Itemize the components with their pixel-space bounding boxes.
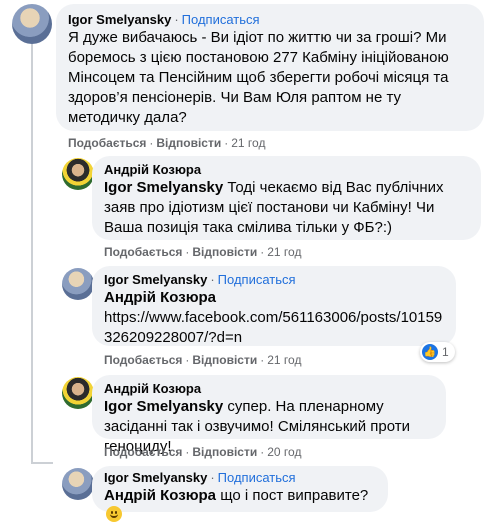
like-button[interactable]: Подобається: [68, 136, 146, 150]
separator: ·: [210, 470, 215, 485]
comment-text: Igor Smelyansky Тоді чекаємо від Вас пуб…: [104, 179, 444, 236]
avatar-andrii[interactable]: [62, 158, 94, 190]
comment-bubble: Igor Smelyansky · Подписаться Я дуже вибач…: [56, 4, 484, 131]
mention-link[interactable]: Андрій Козюра: [104, 487, 216, 504]
mention-link[interactable]: Igor Smelyansky: [104, 398, 223, 415]
timestamp[interactable]: 21 год: [267, 245, 301, 259]
subscribe-link[interactable]: Подписаться: [182, 12, 260, 27]
author-name[interactable]: Igor Smelyansky: [104, 272, 207, 287]
like-button[interactable]: Подобається: [104, 245, 182, 259]
subscribe-link[interactable]: Подписаться: [218, 470, 296, 485]
comment-actions: Подобається · Відповісти · 21 год: [68, 136, 266, 150]
author-name[interactable]: Андрій Козюра: [104, 162, 469, 178]
comment-header: Igor Smelyansky · Подписаться: [104, 272, 444, 288]
timestamp[interactable]: 20 год: [267, 445, 301, 459]
avatar-igor[interactable]: [62, 268, 94, 300]
author-name[interactable]: Igor Smelyansky: [104, 470, 207, 485]
comment-bubble: Igor Smelyansky · Подписаться Андрій Козюр…: [92, 466, 388, 522]
thread-line-curve: [31, 462, 53, 464]
comment-header: Igor Smelyansky · Подписаться: [104, 470, 376, 486]
like-reaction-icon: 👍: [422, 344, 438, 360]
mention-link[interactable]: Андрій Козюра: [104, 288, 444, 308]
reply-button[interactable]: Відповісти: [192, 445, 257, 459]
subscribe-link[interactable]: Подписаться: [218, 272, 296, 287]
comment-header: Igor Smelyansky · Подписаться: [68, 12, 472, 28]
like-button[interactable]: Подобається: [104, 445, 182, 459]
reply-button[interactable]: Відповісти: [192, 245, 257, 259]
avatar-andrii[interactable]: [62, 377, 94, 409]
mention-link[interactable]: Igor Smelyansky: [104, 179, 223, 196]
timestamp[interactable]: 21 год: [231, 136, 265, 150]
comment-bubble: Igor Smelyansky · Подписаться Андрій Козюр…: [92, 266, 456, 346]
comment-text: Я дуже вибачаюсь - Ви ідіот по життю чи …: [68, 29, 449, 126]
like-button[interactable]: Подобається: [104, 353, 182, 367]
avatar-igor[interactable]: [12, 4, 52, 44]
thread-line: [31, 44, 33, 464]
separator: ·: [174, 12, 179, 27]
author-name[interactable]: Igor Smelyansky: [68, 12, 171, 27]
avatar-igor[interactable]: [62, 468, 94, 500]
comment-bubble: Андрій Козюра Igor Smelyansky Тоді чекає…: [92, 156, 481, 240]
reactions-count[interactable]: 👍 1: [420, 342, 455, 362]
url-link[interactable]: https://www.facebook.com/561163006/posts…: [104, 308, 444, 348]
comment-bubble: Андрій Козюра Igor Smelyansky супер. На …: [92, 375, 446, 455]
comment-text: Андрій Козюра що і пост виправите?: [104, 486, 376, 526]
reply-button[interactable]: Відповісти: [156, 136, 221, 150]
author-name[interactable]: Андрій Козюра: [104, 381, 434, 397]
comment-text: Андрій Козюра https://www.facebook.com/56…: [104, 288, 444, 348]
timestamp[interactable]: 21 год: [267, 353, 301, 367]
comment-actions: Подобається · Відповісти · 21 год: [104, 245, 302, 259]
separator: ·: [210, 272, 215, 287]
comment-actions: Подобається · Відповісти · 21 год: [104, 353, 302, 367]
comment-actions: Подобається · Відповісти · 20 год: [104, 445, 302, 459]
smile-emoji-icon: [106, 506, 122, 522]
reply-button[interactable]: Відповісти: [192, 353, 257, 367]
